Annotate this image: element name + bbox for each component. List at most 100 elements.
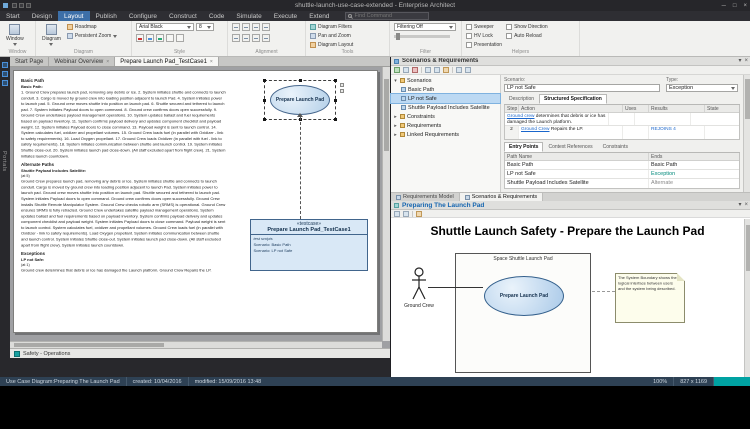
minimize-button[interactable]: ─ [722,3,726,9]
generate-diagram-icon[interactable] [443,67,449,73]
tab-prepare-launch-pad-testcase[interactable]: Prepare Launch Pad_TestCase1 × [115,57,219,66]
same-height-icon[interactable] [252,34,260,42]
find-command-input[interactable] [354,13,424,19]
ribbon-tab-configure[interactable]: Configure [123,11,163,21]
tree-node-constraints[interactable]: ▸ Constraints [391,112,500,121]
tree-expand-icon[interactable]: ▸ [393,132,398,138]
entry-row[interactable]: LP not Safe Exception [505,170,739,179]
ribbon-tab-simulate[interactable]: Simulate [230,11,267,21]
close-panel-icon[interactable]: × [744,202,748,208]
filter-slider[interactable] [394,35,450,38]
realization-connector[interactable] [300,117,301,219]
portals-vertical-tab[interactable]: Portals [1,151,7,172]
actor-ground-crew[interactable] [411,267,427,301]
usecase-prepare-launch-pad[interactable]: Prepare Launch Pad [270,85,330,115]
ribbon-tab-publish[interactable]: Publish [90,11,123,21]
help-icon[interactable] [465,67,471,73]
tree-collapse-icon[interactable]: ▾ [393,78,398,84]
tab-context-references[interactable]: Context References [543,142,597,152]
zoom-out-icon[interactable] [403,211,409,217]
step-row-2[interactable]: 2 Ground Crew Repairs the LP. REJOINS 4 [505,126,739,139]
tab-description[interactable]: Description [504,94,539,104]
move-down-icon[interactable] [434,67,440,73]
tree-node-shuttle-payload[interactable]: Shuttle Payload Includes Satellite [391,103,500,112]
tab-start-page[interactable]: Start Page [10,57,49,66]
close-button[interactable]: × [743,3,747,9]
tree-node-scenarios[interactable]: ▾ Scenarios [391,76,500,85]
font-size-combo[interactable]: 8 [196,23,214,31]
resize-handle[interactable] [299,79,302,82]
pin-menu-icon[interactable]: ▾ [738,58,741,64]
resize-handle[interactable] [334,99,337,102]
window-button[interactable]: Window [4,23,26,47]
resize-handle[interactable] [263,99,266,102]
get-style-button[interactable] [166,34,174,42]
align-bottom-icon[interactable] [232,34,240,42]
save-icon[interactable] [403,67,409,73]
pin-menu-icon[interactable]: ▾ [738,202,741,208]
scenario-name-input[interactable]: LP not Safe [504,84,660,92]
options-icon[interactable] [456,67,462,73]
zoom-in-icon[interactable] [394,211,400,217]
testcase-element[interactable]: «testcase» Prepare Launch Pad_TestCase1 … [250,219,368,271]
auto-reload-checkbox[interactable]: Auto Reload [506,32,548,40]
tab-structured-specification[interactable]: Structured Specification [539,94,607,104]
step-row-1[interactable]: 1 Ground crew determines that debris or … [505,113,739,126]
align-top-icon[interactable] [262,23,270,31]
status-zoom[interactable]: 100% [647,377,674,386]
resize-handle[interactable] [263,79,266,82]
step-action-cell[interactable]: Ground Crew Repairs the LP. [519,126,623,139]
tab-constraints[interactable]: Constraints [598,142,633,152]
tree-expand-icon[interactable]: ▸ [393,123,398,129]
tree-node-basic-path[interactable]: Basic Path [391,85,500,94]
space-evenly-icon[interactable] [262,34,270,42]
hv-lock-checkbox[interactable]: HV Lock [466,32,502,40]
scrollbar-thumb[interactable] [745,79,750,119]
delete-icon[interactable] [412,67,418,73]
tab-entry-points[interactable]: Entry Points [504,142,543,152]
association-connector[interactable] [428,287,483,288]
scrollbar-thumb[interactable] [384,79,389,151]
portal-icon[interactable] [2,80,8,86]
resize-handle[interactable] [334,118,337,121]
font-color-button[interactable] [136,34,144,42]
close-tab-icon[interactable]: × [210,59,213,65]
tab-webinar-overview[interactable]: Webinar Overview × [49,57,115,66]
align-right-icon[interactable] [252,23,260,31]
resize-handle[interactable] [263,118,266,121]
scrollbar-thumb[interactable] [14,343,164,347]
resize-handle[interactable] [334,79,337,82]
apply-style-button[interactable] [176,34,184,42]
close-panel-icon[interactable]: × [744,58,748,64]
panel-scrollbar[interactable] [744,219,750,377]
tree-expand-icon[interactable]: ▸ [393,114,398,120]
system-boundary[interactable]: Space Shuttle Launch Pad Prepare Launch … [455,253,591,373]
ribbon-tab-extend[interactable]: Extend [303,11,335,21]
portal-icon[interactable] [2,62,8,68]
scrollbar-thumb[interactable] [746,225,750,271]
ribbon-tab-layout[interactable]: Layout [58,11,90,21]
roadmap-button[interactable]: Roadmap [67,23,117,31]
layout-icon[interactable] [416,211,422,217]
sweeper-checkbox[interactable]: Sweeper [466,23,502,31]
note-element[interactable]: The System Boundary shows the logical in… [615,273,685,323]
usecase-prepare-launch-pad[interactable]: Prepare Launch Pad [484,276,564,316]
move-up-icon[interactable] [425,67,431,73]
diagram-canvas[interactable]: Basic Path Basic Path: 1. Ground Crew pr… [10,67,382,341]
entry-row[interactable]: Shuttle Payload Includes Satellite Alter… [505,179,739,188]
quicklink-icon[interactable] [340,89,344,93]
new-scenario-icon[interactable] [394,67,400,73]
ribbon-tab-execute[interactable]: Execute [268,11,304,21]
usecase-diagram-canvas[interactable]: Shuttle Launch Safety - Prepare the Laun… [391,219,744,377]
tree-node-lp-not-safe[interactable]: LP not Safe [391,94,500,103]
portal-icon[interactable] [2,71,8,77]
dock-tab-scenarios-requirements[interactable]: Scenarios & Requirements [460,193,543,201]
quicklink-icon[interactable] [340,83,344,87]
ribbon-tab-construct[interactable]: Construct [163,11,203,21]
filter-slider-thumb[interactable] [396,33,400,40]
ribbon-tab-code[interactable]: Code [203,11,231,21]
same-width-icon[interactable] [242,34,250,42]
diagram-button[interactable]: Diagram [40,23,63,47]
persistent-zoom-button[interactable]: Persistent Zoom [67,32,117,40]
align-left-icon[interactable] [232,23,240,31]
